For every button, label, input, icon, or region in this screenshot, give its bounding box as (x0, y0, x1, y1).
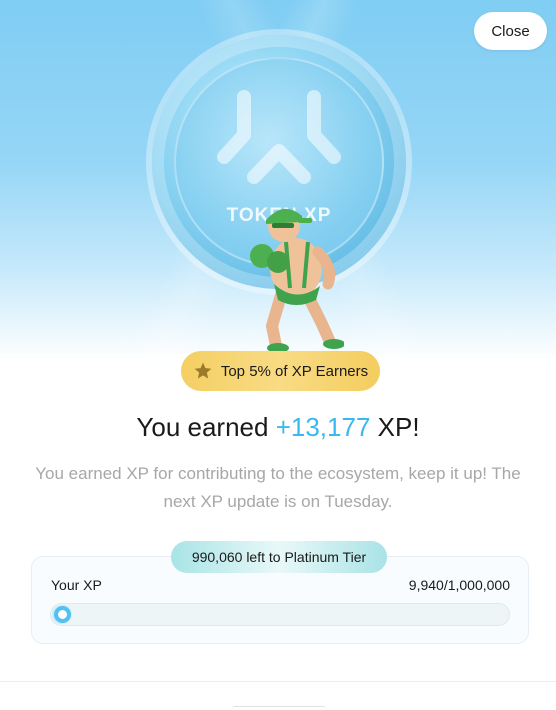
tier-remaining-pill: 990,060 left to Platinum Tier (171, 541, 387, 573)
xp-count: 9,940/1,000,000 (408, 577, 510, 593)
top-earners-badge: Top 5% of XP Earners (181, 351, 380, 391)
boxer-mascot-image (250, 208, 344, 353)
logo-icon (217, 90, 341, 184)
star-icon (194, 362, 212, 379)
badge-label: Top 5% of XP Earners (220, 362, 369, 380)
your-xp-label: Your XP (51, 577, 102, 593)
hero-banner: TOKEN XP Close (0, 0, 556, 360)
earned-xp-value: +13,177 (275, 412, 371, 442)
headline-prefix: You earned (136, 412, 269, 442)
close-button[interactable]: Close (474, 12, 547, 50)
progress-knob (54, 606, 71, 623)
footer-divider (0, 681, 556, 682)
earned-headline: You earned +13,177 XP! (0, 412, 556, 443)
footer-edge (232, 706, 326, 710)
earned-description: You earned XP for contributing to the ec… (35, 464, 521, 511)
headline-suffix: XP! (377, 412, 420, 442)
xp-progress-bar (50, 603, 510, 626)
